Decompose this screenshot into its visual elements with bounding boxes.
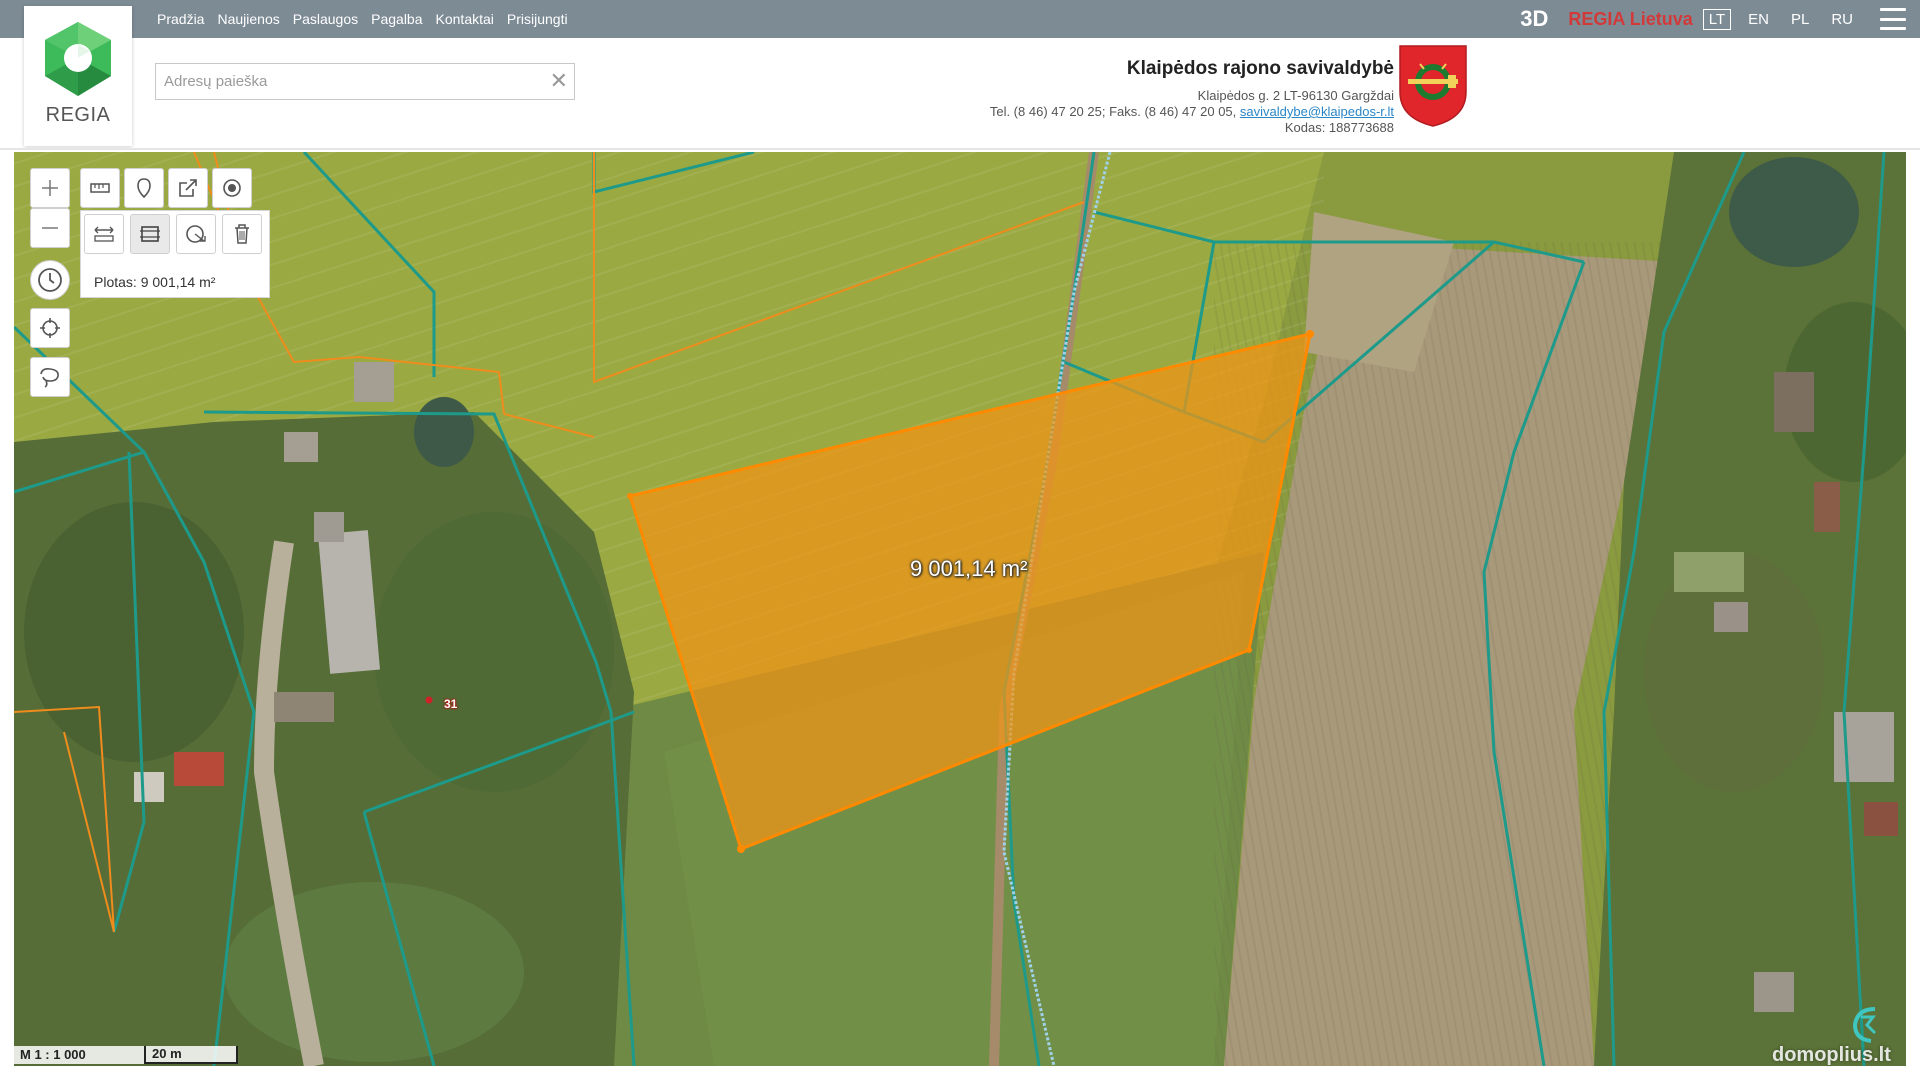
regia-logo-icon — [45, 22, 111, 96]
nav-link-services[interactable]: Paslaugos — [293, 11, 358, 27]
watermark: domoplius.lt — [1772, 1044, 1891, 1066]
language-pl-button[interactable]: PL — [1786, 10, 1814, 29]
regia-lietuva-link[interactable]: REGIA Lietuva — [1568, 9, 1692, 30]
lasso-select-button[interactable] — [30, 357, 70, 397]
municipality-email-link[interactable]: savivaldybe@klaipedos-r.lt — [1240, 104, 1394, 119]
polygon-area-label: 9 001,14 m² — [910, 556, 1028, 581]
zoom-in-icon — [42, 180, 58, 196]
locate-button[interactable] — [30, 308, 70, 348]
hamburger-menu-icon[interactable] — [1880, 8, 1906, 30]
scale-bar: 20 m — [144, 1046, 238, 1064]
municipality-name: Klaipėdos rajono savivaldybė — [1126, 58, 1394, 79]
language-lt-button[interactable]: LT — [1702, 8, 1732, 30]
address-search: ✕ — [155, 63, 575, 100]
top-navigation-bar: Pradžia Naujienos Paslaugos Pagalba Kont… — [0, 0, 1920, 38]
3d-mode-button[interactable]: 3D — [1520, 6, 1548, 32]
marker-icon — [137, 178, 151, 199]
nav-link-home[interactable]: Pradžia — [157, 11, 204, 27]
zoom-out-icon — [42, 227, 58, 229]
parcel-number-label: 31 — [444, 697, 458, 711]
nav-link-contacts[interactable]: Kontaktai — [436, 11, 494, 27]
history-button[interactable] — [30, 260, 70, 300]
measure-distance-icon — [94, 226, 114, 242]
municipality-code: Kodas: 188773688 — [1284, 120, 1394, 135]
measure-radius-icon — [186, 225, 206, 243]
history-icon — [38, 268, 62, 292]
lasso-icon — [40, 368, 59, 388]
close-icon[interactable]: ✕ — [550, 68, 568, 94]
export-button[interactable] — [168, 168, 208, 208]
measure-radius-button[interactable] — [176, 214, 216, 254]
language-en-button[interactable]: EN — [1743, 10, 1774, 29]
domoplius-logo-icon — [1852, 1007, 1877, 1043]
delete-icon — [235, 224, 249, 244]
measure-length-icon — [90, 183, 110, 193]
area-measurement-readout: Plotas: 9 001,14 m² — [94, 274, 216, 290]
regia-logo[interactable]: REGIA — [24, 6, 132, 146]
scale-ratio: M 1 : 1 000 — [14, 1046, 144, 1064]
zoom-in-button[interactable] — [30, 168, 70, 208]
municipality-contacts: Tel. (8 46) 47 20 25; Faks. (8 46) 47 20… — [990, 104, 1394, 120]
locate-icon — [40, 318, 60, 338]
map-scale: M 1 : 1 000 20 m — [14, 1046, 238, 1064]
municipality-info: Klaipėdos rajono savivaldybė Klaipėdos g… — [990, 58, 1394, 136]
measure-length-button[interactable] — [80, 168, 120, 208]
language-ru-button[interactable]: RU — [1826, 10, 1858, 29]
zoom-out-button[interactable] — [30, 208, 70, 248]
map-canvas[interactable]: Plotas: 9 001,14 m² 9 001,14 m² 31 — [14, 152, 1906, 1066]
logo-text: REGIA — [45, 104, 111, 126]
orthophoto-map — [14, 152, 1906, 1066]
measure-distance-button[interactable] — [84, 214, 124, 254]
point-icon — [223, 179, 241, 197]
address-search-input[interactable] — [156, 64, 536, 99]
municipality-address: Klaipėdos g. 2 LT-96130 Gargždai — [1197, 88, 1394, 103]
nav-link-news[interactable]: Naujienos — [217, 11, 279, 27]
nav-link-help[interactable]: Pagalba — [371, 11, 422, 27]
point-button[interactable] — [212, 168, 252, 208]
delete-button[interactable] — [222, 214, 262, 254]
measure-area-icon — [140, 226, 160, 242]
municipality-phone-fax: Tel. (8 46) 47 20 25; Faks. (8 46) 47 20… — [989, 104, 1240, 119]
coat-of-arms-icon — [1399, 45, 1467, 127]
measure-area-button[interactable] — [130, 214, 170, 254]
main-nav: Pradžia Naujienos Paslaugos Pagalba Kont… — [157, 0, 568, 38]
marker-button[interactable] — [124, 168, 164, 208]
header-divider — [0, 148, 1920, 150]
export-icon — [179, 179, 197, 197]
nav-link-login[interactable]: Prisijungti — [507, 11, 568, 27]
right-nav: 3D REGIA Lietuva LT EN PL RU — [1520, 0, 1920, 38]
